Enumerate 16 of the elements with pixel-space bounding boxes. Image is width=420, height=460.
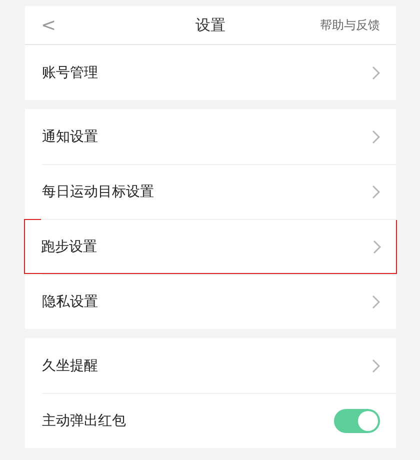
chevron-icon: [372, 66, 380, 80]
settings-item[interactable]: 每日运动目标设置: [25, 164, 396, 219]
chevron-icon: [373, 240, 381, 254]
chevron-icon: [372, 358, 380, 372]
settings-item[interactable]: 跑步设置: [24, 219, 397, 274]
chevron-icon: [372, 184, 380, 198]
settings-item[interactable]: 久坐提醒: [25, 338, 396, 393]
help-feedback-link[interactable]: 帮助与反馈: [320, 16, 380, 34]
toggle-switch[interactable]: [334, 408, 380, 432]
page-title: 设置: [196, 16, 226, 34]
chevron-icon: [372, 130, 380, 144]
settings-item[interactable]: 隐私设置: [25, 274, 396, 329]
settings-item[interactable]: 账号管理: [25, 45, 396, 100]
settings-item[interactable]: 主动弹出红包: [25, 393, 396, 448]
settings-item[interactable]: 通知设置: [25, 109, 396, 164]
chevron-icon: [372, 294, 380, 308]
